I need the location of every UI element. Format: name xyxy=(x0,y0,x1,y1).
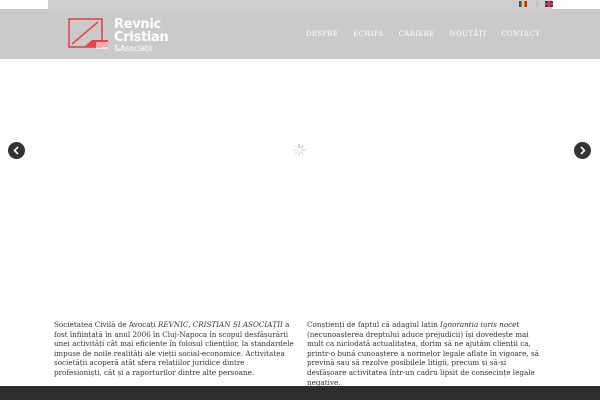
logo-line-2: Cristian xyxy=(114,30,169,45)
nav-item-echipa[interactable]: ECHIPA xyxy=(353,30,383,38)
firm-name: REVNIC, CRISTIAN ȘI ASOCIAȚII xyxy=(157,320,283,329)
intro-right-text-2: (necunoașterea dreptului aduce prejudici… xyxy=(307,329,539,387)
main-nav: DESPRE ECHIPA CARIERE NOUTĂȚI CONTACT xyxy=(306,30,540,38)
language-separator: | xyxy=(536,1,539,8)
slider-next-button[interactable] xyxy=(574,142,591,159)
chevron-left-icon xyxy=(13,146,19,155)
logo-mark-icon xyxy=(68,18,108,49)
nav-item-noutati[interactable]: NOUTĂȚI xyxy=(450,30,487,38)
nav-item-contact[interactable]: CONTACT xyxy=(501,30,540,38)
language-ro-link[interactable] xyxy=(519,1,527,7)
page: | Revnic Cristian &Asociații DESPRE ECHI… xyxy=(0,0,600,400)
slider-prev-button[interactable] xyxy=(8,142,25,159)
intro-left-text-1: Societatea Civilă de Avocați xyxy=(54,320,158,329)
logo-text: Revnic Cristian &Asociații xyxy=(114,18,169,53)
nav-item-despre[interactable]: DESPRE xyxy=(306,30,338,38)
romania-flag-icon xyxy=(519,1,527,7)
logo-line-3: &Asociații xyxy=(114,44,152,53)
site-header: Revnic Cristian &Asociații DESPRE ECHIPA… xyxy=(0,9,600,59)
spinner-icon xyxy=(292,143,306,157)
intro-paragraph-left: Societatea Civilă de Avocați REVNIC, CRI… xyxy=(54,320,294,378)
intro-paragraph-right: Conștienți de faptul că adagiul latin Ig… xyxy=(307,320,547,387)
intro-right-text-1: Conștienți de faptul că adagiul latin xyxy=(307,320,441,329)
language-bar: | xyxy=(48,0,553,9)
language-en-link[interactable] xyxy=(545,1,553,7)
footer-bar xyxy=(0,386,600,400)
latin-adage: Ignorantia iuris nocet xyxy=(440,320,520,329)
site-logo[interactable]: Revnic Cristian &Asociații xyxy=(68,18,194,53)
uk-flag-icon xyxy=(545,1,553,7)
chevron-right-icon xyxy=(580,146,586,155)
hero-slider xyxy=(0,59,600,299)
nav-item-cariere[interactable]: CARIERE xyxy=(399,30,435,38)
